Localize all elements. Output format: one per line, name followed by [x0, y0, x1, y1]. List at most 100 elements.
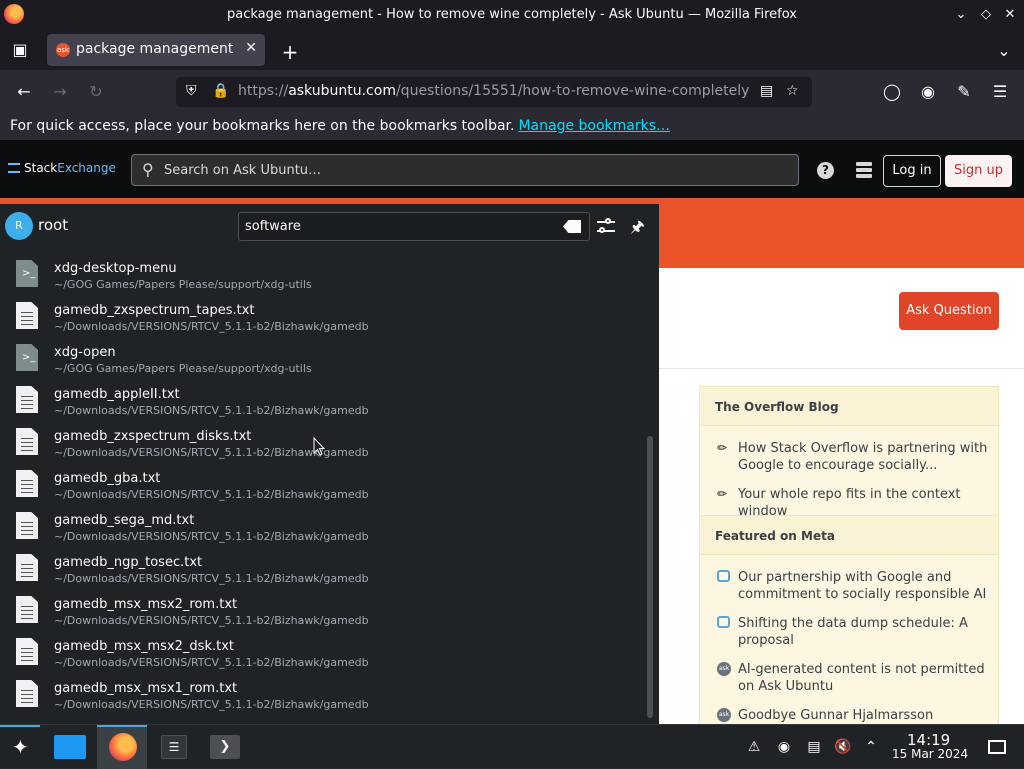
result-name: gamedb_msx_msx2_dsk.txt: [54, 639, 234, 654]
result-name: gamedb_msx_msx1_rom.txt: [54, 681, 238, 696]
pin-icon[interactable]: 🖈: [630, 216, 645, 243]
meta-link[interactable]: Shifting the data dump schedule: A propo…: [738, 615, 988, 649]
meta-link[interactable]: Goodbye Gunnar Hjalmarsson: [738, 707, 988, 724]
bookmarks-toolbar: For quick access, place your bookmarks h…: [0, 114, 1024, 140]
tray-expand-chevron-icon[interactable]: ⌃: [862, 738, 880, 756]
window-title: package management - How to remove wine …: [227, 7, 797, 22]
tab-close-icon[interactable]: ✕: [245, 40, 257, 56]
list-all-tabs-chevron-icon[interactable]: ⌄: [994, 41, 1014, 60]
reader-view-icon[interactable]: ▤: [760, 83, 773, 99]
folder-icon: [54, 735, 86, 759]
result-path: ~/Downloads/VERSIONS/RTCV_5.1.1-b2/Bizha…: [54, 572, 369, 585]
result-item[interactable]: gamedb_ngp_tosec.txt ~/Downloads/VERSIONS…: [0, 546, 645, 588]
network-icon[interactable]: ◉: [775, 738, 793, 756]
blog-link[interactable]: How Stack Overflow is partnering with Go…: [738, 440, 988, 474]
volume-muted-icon[interactable]: 🔇: [834, 738, 852, 756]
back-arrow-icon[interactable]: ←: [12, 80, 36, 104]
taskbar-firefox[interactable]: [97, 725, 147, 769]
stackexchange-logo[interactable]: StackExchange: [8, 161, 116, 175]
result-name: gamedb_zxspectrum_tapes.txt: [54, 303, 255, 318]
tab-active[interactable]: ask package management - Ask Ubuntu ✕: [47, 34, 265, 66]
user-name[interactable]: root: [38, 216, 68, 234]
maximize-icon[interactable]: ◇: [977, 6, 995, 24]
taskbar-dolphin[interactable]: [46, 725, 96, 769]
result-item[interactable]: gamedb_appleII.txt ~/Downloads/VERSIONS/R…: [0, 378, 645, 420]
firefox-view-icon[interactable]: ▣: [10, 40, 30, 59]
result-name: xdg-desktop-menu: [54, 261, 177, 276]
askubuntu-badge-icon: ask: [717, 662, 731, 676]
meta-bubble-icon: [717, 616, 730, 628]
firefox-icon: [109, 733, 137, 761]
result-item[interactable]: gamedb_sega_md.txt ~/Downloads/VERSIONS/R…: [0, 504, 645, 546]
pencil-icon: ✏: [717, 487, 728, 501]
configure-sliders-icon[interactable]: [596, 216, 616, 236]
log-in-button[interactable]: Log in: [883, 155, 941, 187]
result-path: ~/GOG Games/Papers Please/support/xdg-ut…: [54, 362, 312, 375]
taskbar-settings[interactable]: ☰: [149, 725, 199, 769]
sidebar-widget: The Overflow Blog ✏ How Stack Overflow i…: [699, 386, 999, 724]
show-desktop-icon[interactable]: [988, 740, 1006, 754]
stackexchange-logo-icon: [8, 163, 20, 173]
manage-bookmarks-link[interactable]: Manage bookmarks…: [518, 118, 670, 134]
shield-icon[interactable]: ⛨: [186, 83, 197, 99]
result-name: gamedb_zxspectrum_disks.txt: [54, 429, 252, 444]
stackexchange-header: StackExchange ⚲ Search on Ask Ubuntu… ? …: [0, 140, 1024, 198]
krunner-panel: R root software 🖈 >_ xdg-desktop-menu ~/GO…: [0, 204, 659, 724]
result-name: gamedb_gba.txt: [54, 471, 161, 486]
text-file-icon: [16, 596, 38, 623]
close-window-icon[interactable]: ✕: [1001, 6, 1019, 24]
account-icon[interactable]: ◉: [916, 80, 940, 104]
krunner-search-input[interactable]: software: [238, 212, 590, 241]
result-item[interactable]: >_ xdg-open ~/GOG Games/Papers Please/supp…: [0, 336, 645, 378]
results-scrollbar[interactable]: [647, 436, 653, 718]
site-switcher-icon[interactable]: [856, 162, 872, 178]
minimize-icon[interactable]: ⌄: [952, 6, 970, 24]
notifications-bell-icon[interactable]: ⚠: [745, 738, 763, 756]
divider: [659, 368, 1024, 369]
url-text[interactable]: https://askubuntu.com/questions/15551/ho…: [238, 83, 749, 99]
menu-hamburger-icon[interactable]: ☰: [988, 80, 1012, 104]
url-bar[interactable]: ⛨ 🔒 https://askubuntu.com/questions/1555…: [176, 77, 812, 107]
meta-bubble-icon: [717, 570, 730, 582]
pocket-icon[interactable]: ◯: [880, 80, 904, 104]
bookmark-star-icon[interactable]: ☆: [786, 83, 799, 99]
new-tab-plus-icon[interactable]: +: [280, 40, 300, 64]
result-name: gamedb_appleII.txt: [54, 387, 180, 402]
pencil-icon: ✏: [717, 441, 728, 455]
result-item[interactable]: >_ xdg-desktop-menu ~/GOG Games/Papers Ple…: [0, 252, 645, 294]
result-name: gamedb_msx_msx2_rom.txt: [54, 597, 238, 612]
result-item[interactable]: gamedb_gba.txt ~/Downloads/VERSIONS/RTCV_…: [0, 462, 645, 504]
extensions-icon[interactable]: ✎: [952, 80, 976, 104]
result-item[interactable]: gamedb_zxspectrum_tapes.txt ~/Downloads/V…: [0, 294, 645, 336]
result-item[interactable]: gamedb_msx_msx2_dsk.txt ~/Downloads/VERSI…: [0, 630, 645, 672]
taskbar-terminal[interactable]: ❯: [200, 725, 250, 769]
text-file-icon: [16, 470, 38, 497]
result-name: gamedb_ngp_tosec.txt: [54, 555, 203, 570]
results-list: >_ xdg-desktop-menu ~/GOG Games/Papers Ple…: [0, 252, 650, 724]
result-path: ~/Downloads/VERSIONS/RTCV_5.1.1-b2/Bizha…: [54, 614, 369, 627]
text-file-icon: [16, 680, 38, 707]
meta-link[interactable]: AI-generated content is not permitted on…: [738, 661, 988, 695]
clock-date[interactable]: 15 Mar 2024: [892, 747, 968, 761]
user-avatar[interactable]: R: [5, 212, 33, 240]
mouse-cursor-icon: [313, 437, 325, 456]
reload-icon[interactable]: ↻: [84, 80, 108, 104]
app-launcher-button[interactable]: ✦: [0, 725, 50, 769]
lock-icon[interactable]: 🔒: [212, 83, 229, 99]
result-item[interactable]: gamedb_msx_msx1_rom.txt ~/Downloads/VERSI…: [0, 672, 645, 714]
search-query[interactable]: software: [245, 219, 301, 234]
sign-up-button[interactable]: Sign up: [945, 155, 1012, 187]
help-icon[interactable]: ?: [817, 162, 834, 179]
ask-question-button[interactable]: Ask Question: [899, 292, 999, 330]
taskbar: ✦ ☰ ❯ ⚠ ◉ ▤ 🔇 ⌃: [0, 724, 1024, 769]
result-item[interactable]: gamedb_msx_msx2_rom.txt ~/Downloads/VERSI…: [0, 588, 645, 630]
clear-text-icon[interactable]: [563, 220, 581, 233]
meta-link[interactable]: Our partnership with Google and commitme…: [738, 569, 988, 603]
clipboard-icon[interactable]: ▤: [805, 738, 823, 756]
forward-arrow-icon[interactable]: →: [48, 80, 72, 104]
kde-launcher-icon: ✦: [12, 735, 29, 759]
bookmarks-hint: For quick access, place your bookmarks h…: [10, 118, 671, 134]
result-name: gamedb_sega_md.txt: [54, 513, 195, 528]
site-search-input[interactable]: ⚲ Search on Ask Ubuntu…: [131, 154, 799, 186]
result-path: ~/Downloads/VERSIONS/RTCV_5.1.1-b2/Bizha…: [54, 530, 369, 543]
